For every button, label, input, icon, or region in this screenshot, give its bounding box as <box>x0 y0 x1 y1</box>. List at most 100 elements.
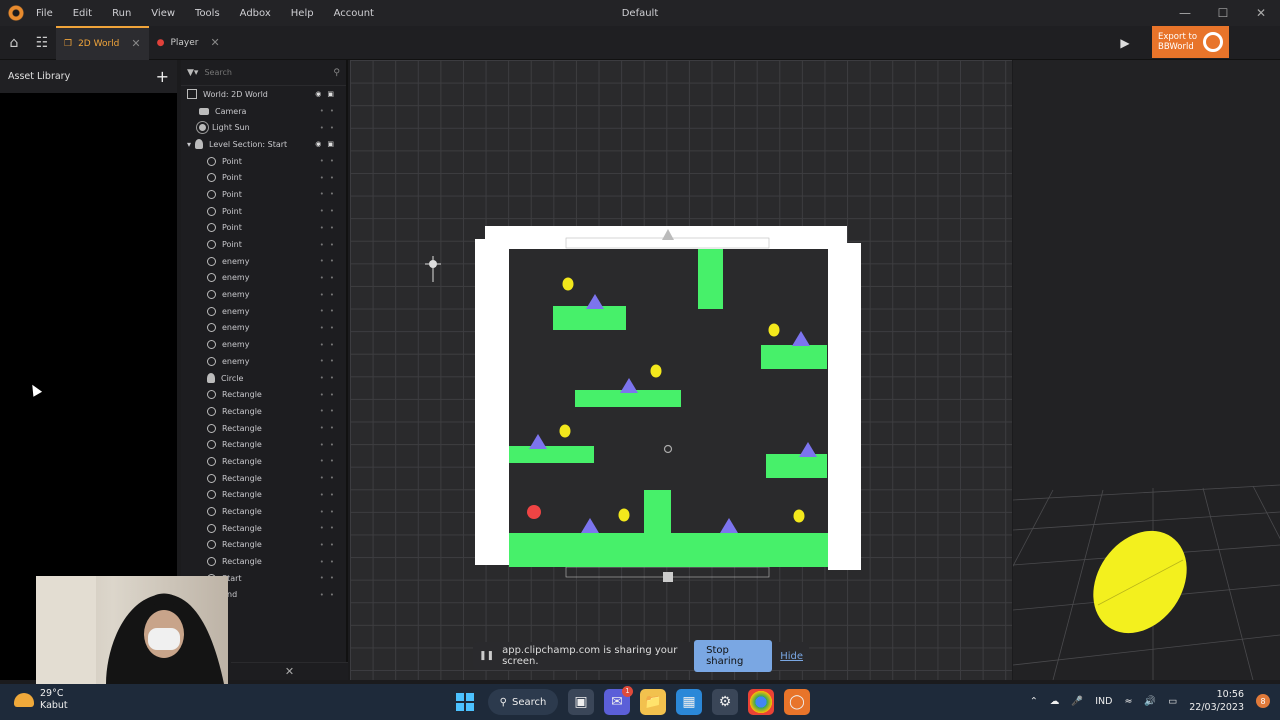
bottom-handle-icon[interactable] <box>663 572 673 582</box>
visibility-lock-icon[interactable]: •• <box>320 457 340 465</box>
settings-gear-icon[interactable]: ⚙ <box>712 689 738 715</box>
yellow-coin-3d[interactable] <box>1074 513 1206 651</box>
scene-tree-item[interactable]: Point •• <box>181 186 346 203</box>
visibility-lock-icon[interactable]: •• <box>320 574 340 582</box>
visibility-lock-icon[interactable]: •• <box>320 508 340 516</box>
filter-icon[interactable]: ▼▾ <box>187 68 198 78</box>
chat-icon[interactable]: ✉ 1 <box>604 686 633 715</box>
player-circle[interactable] <box>527 505 541 519</box>
wifi-icon[interactable]: ≈ <box>1124 696 1132 707</box>
scene-tree-item[interactable]: Rectangle •• <box>181 420 346 437</box>
scene-tree-item[interactable]: enemy •• <box>181 270 346 287</box>
scene-tree-item[interactable]: enemy •• <box>181 303 346 320</box>
visibility-lock-icon[interactable]: •• <box>320 291 340 299</box>
tab-2d-world[interactable]: ❐ 2D World ✕ <box>56 25 149 60</box>
viewport-2d[interactable] <box>350 60 1012 680</box>
scene-tree-item[interactable]: Circle •• <box>181 370 346 387</box>
visibility-lock-icon[interactable]: •• <box>320 407 340 415</box>
visibility-lock-icon[interactable]: •• <box>320 224 340 232</box>
play-icon[interactable]: ▶ <box>1114 26 1136 60</box>
scene-tree-item[interactable]: Camera •• <box>181 103 346 120</box>
scene-tree-item[interactable]: Rectangle •• <box>181 403 346 420</box>
visibility-lock-icon[interactable]: •• <box>320 157 340 165</box>
visibility-lock-icon[interactable]: •• <box>320 591 340 599</box>
task-view-icon[interactable]: ▣ <box>568 689 594 715</box>
visibility-lock-icon[interactable]: ◉▣ <box>315 90 340 98</box>
platform-rectangle[interactable] <box>761 345 827 369</box>
menu-adbox[interactable]: Adbox <box>240 8 271 19</box>
visibility-lock-icon[interactable]: •• <box>320 124 340 132</box>
menu-help[interactable]: Help <box>291 8 314 19</box>
visibility-lock-icon[interactable]: •• <box>320 524 340 532</box>
visibility-lock-icon[interactable]: •• <box>320 307 340 315</box>
close-window-icon[interactable]: ✕ <box>1242 0 1280 26</box>
chevron-up-icon[interactable]: ⌃ <box>1030 696 1038 707</box>
volume-icon[interactable]: 🔊 <box>1144 696 1156 707</box>
viewport-3d[interactable] <box>1013 60 1280 680</box>
visibility-lock-icon[interactable]: •• <box>320 357 340 365</box>
scene-tree-item[interactable]: World: 2D World ◉▣ <box>181 86 346 103</box>
visibility-lock-icon[interactable]: •• <box>320 107 340 115</box>
visibility-lock-icon[interactable]: •• <box>320 474 340 482</box>
visibility-lock-icon[interactable]: •• <box>320 241 340 249</box>
close-tab-icon[interactable]: ✕ <box>131 37 140 50</box>
home-icon[interactable]: ⌂ <box>0 26 28 60</box>
mic-icon[interactable]: 🎤 <box>1071 696 1083 707</box>
coin-point[interactable] <box>793 509 805 523</box>
platform-rectangle[interactable] <box>509 446 594 463</box>
wall-rectangle[interactable] <box>475 239 509 565</box>
close-tab-icon[interactable]: ✕ <box>210 36 219 49</box>
scene-tree-item[interactable]: Rectangle •• <box>181 537 346 554</box>
scene-tree-item[interactable]: ▾ Level Section: Start ◉▣ <box>181 136 346 153</box>
scene-tree-item[interactable]: Rectangle •• <box>181 553 346 570</box>
scene-tree-item[interactable]: enemy •• <box>181 336 346 353</box>
hierarchy-icon[interactable]: ☷ <box>28 26 56 60</box>
scene-tree-item[interactable]: Rectangle •• <box>181 503 346 520</box>
visibility-lock-icon[interactable]: ◉▣ <box>315 140 340 148</box>
visibility-lock-icon[interactable]: •• <box>320 541 340 549</box>
add-asset-icon[interactable]: + <box>156 67 169 86</box>
visibility-lock-icon[interactable]: •• <box>320 257 340 265</box>
store-icon[interactable]: ▦ <box>676 689 702 715</box>
platform-rectangle[interactable] <box>698 249 723 309</box>
level-canvas[interactable] <box>350 60 1012 680</box>
hide-link[interactable]: Hide <box>780 651 803 662</box>
platform-rectangle[interactable] <box>553 306 626 330</box>
menu-tools[interactable]: Tools <box>195 8 220 19</box>
scene-tree-item[interactable]: Rectangle •• <box>181 520 346 537</box>
expand-chevron-icon[interactable]: ▾ <box>187 140 191 149</box>
scene-tree-item[interactable]: Light Sun •• <box>181 119 346 136</box>
light-sun-gizmo[interactable] <box>425 256 441 282</box>
notification-badge[interactable]: 8 <box>1256 694 1270 708</box>
scene-tree-item[interactable]: Rectangle •• <box>181 453 346 470</box>
platform-rectangle[interactable] <box>766 454 827 478</box>
chrome-icon[interactable] <box>748 689 774 715</box>
wall-rectangle[interactable] <box>828 243 861 570</box>
visibility-lock-icon[interactable]: •• <box>320 558 340 566</box>
export-bbworld-button[interactable]: Export to BBWorld <box>1152 26 1229 58</box>
platform-rectangle[interactable] <box>509 533 828 567</box>
minimize-icon[interactable]: — <box>1166 0 1204 26</box>
visibility-lock-icon[interactable]: •• <box>320 491 340 499</box>
visibility-lock-icon[interactable]: •• <box>320 174 340 182</box>
onedrive-icon[interactable]: ☁ <box>1050 696 1060 707</box>
visibility-lock-icon[interactable]: •• <box>320 324 340 332</box>
visibility-lock-icon[interactable]: •• <box>320 374 340 382</box>
visibility-lock-icon[interactable]: •• <box>320 441 340 449</box>
scene-tree-item[interactable]: enemy •• <box>181 320 346 337</box>
scene-tree-item[interactable]: Rectangle •• <box>181 386 346 403</box>
clock[interactable]: 10:56 22/03/2023 <box>1189 688 1244 714</box>
scene-tree-item[interactable]: Point •• <box>181 236 346 253</box>
visibility-lock-icon[interactable]: •• <box>320 207 340 215</box>
visibility-lock-icon[interactable]: •• <box>320 391 340 399</box>
visibility-lock-icon[interactable]: •• <box>320 424 340 432</box>
weather-widget[interactable]: 29°C Kabut <box>14 688 68 712</box>
coin-point[interactable] <box>559 424 571 438</box>
scene-tree-item[interactable]: Point •• <box>181 203 346 220</box>
scene-tree-item[interactable]: Point •• <box>181 153 346 170</box>
buildbox-app-icon[interactable]: ◯ <box>784 689 810 715</box>
scene-tree-item[interactable]: Rectangle •• <box>181 470 346 487</box>
coin-point[interactable] <box>562 277 574 291</box>
close-panel-icon[interactable]: ✕ <box>285 665 294 678</box>
scene-tree-item[interactable]: enemy •• <box>181 353 346 370</box>
